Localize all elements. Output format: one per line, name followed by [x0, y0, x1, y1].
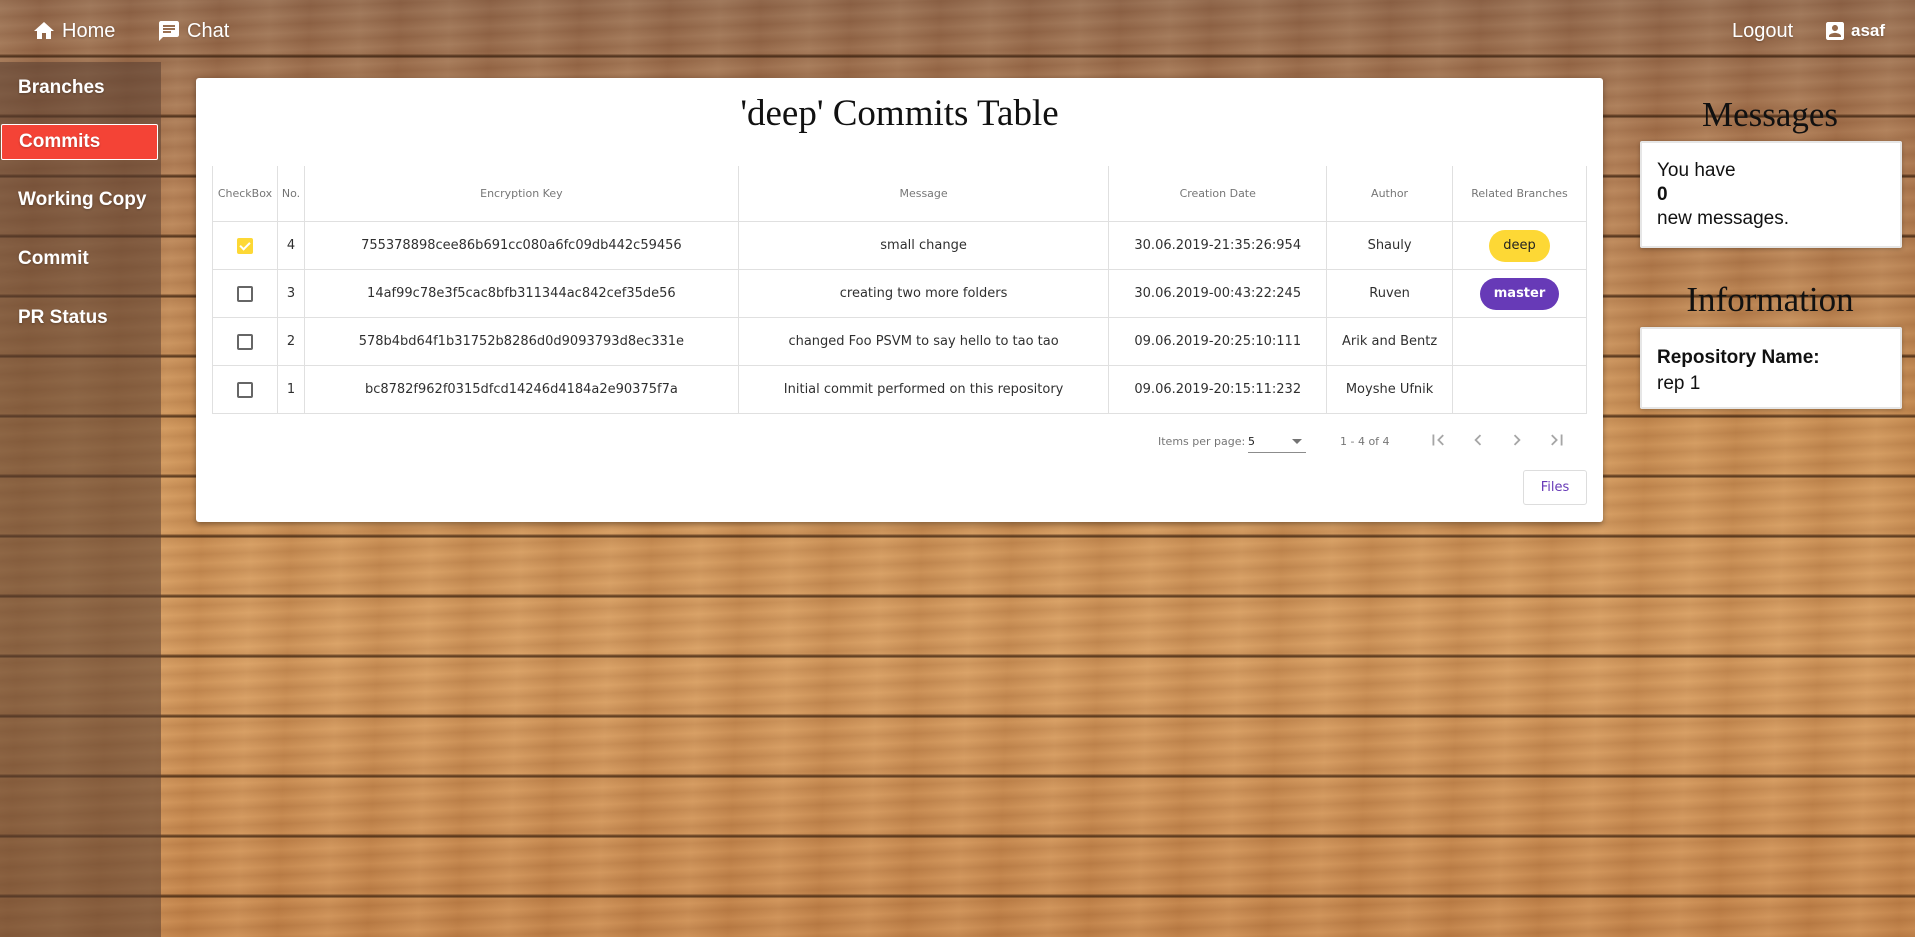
commit-key: 755378898cee86b691cc080a6fc09db442c59456 — [304, 221, 739, 270]
column-header-creation-date[interactable]: Creation Date — [1108, 166, 1328, 222]
related-branches-cell — [1452, 317, 1587, 366]
related-branches-cell — [1452, 365, 1587, 414]
last-page-icon — [1551, 434, 1563, 446]
table-row[interactable]: 1 bc8782f962f0315dfcd14246d4184a2e90375f… — [212, 365, 1587, 414]
branch-chip-deep[interactable]: deep — [1489, 229, 1550, 262]
sidebar-item-commits[interactable]: Commits — [1, 124, 158, 160]
files-button[interactable]: Files — [1523, 470, 1587, 505]
column-header-encryption-key[interactable]: Encryption Key — [304, 166, 739, 222]
commit-author: Moyshe Ufnik — [1326, 365, 1454, 414]
row-checkbox-cell — [212, 221, 278, 270]
messages-count: 0 — [1657, 184, 1668, 205]
table-header-row: CheckBox No. Encryption Key Message Crea… — [212, 166, 1587, 222]
information-title: Information — [1686, 280, 1854, 319]
chevron-right-icon — [1513, 434, 1521, 446]
commits-card: 'deep' Commits Table CheckBox No. Encryp… — [196, 78, 1603, 522]
commit-key: bc8782f962f0315dfcd14246d4184a2e90375f7a — [304, 365, 739, 414]
commit-author: Ruven — [1326, 269, 1454, 318]
commit-date: 09.06.2019-20:25:10:111 — [1108, 317, 1328, 366]
commit-number: 4 — [277, 221, 305, 270]
row-checkbox[interactable] — [236, 285, 253, 302]
row-checkbox[interactable] — [236, 381, 253, 398]
items-per-page-select[interactable]: 5 — [1248, 430, 1306, 453]
commit-date: 30.06.2019-00:43:22:245 — [1108, 269, 1328, 318]
commit-number: 2 — [277, 317, 305, 366]
related-branches-cell: deep — [1452, 221, 1587, 270]
account-box-icon — [1826, 22, 1844, 40]
commit-number: 3 — [277, 269, 305, 318]
row-checkbox[interactable] — [236, 237, 253, 254]
first-page-button[interactable] — [1424, 426, 1452, 454]
column-header-message[interactable]: Message — [738, 166, 1110, 222]
commit-message: creating two more folders — [738, 269, 1110, 318]
chat-nav-link[interactable]: Chat — [157, 18, 229, 44]
first-page-icon — [1432, 434, 1444, 446]
commit-message: Initial commit performed on this reposit… — [738, 365, 1110, 414]
repository-name-label: Repository Name: — [1657, 347, 1820, 368]
items-per-page-label: Items per page: — [1158, 435, 1246, 448]
commit-date: 30.06.2019-21:35:26:954 — [1108, 221, 1328, 270]
chat-label: Chat — [187, 19, 230, 42]
last-page-button[interactable] — [1543, 426, 1571, 454]
information-box: Repository Name: rep 1 — [1640, 327, 1902, 409]
commit-date: 09.06.2019-20:15:11:232 — [1108, 365, 1328, 414]
chevron-left-icon — [1474, 434, 1482, 446]
sidebar: Branches Commits Working Copy Commit PR … — [0, 62, 161, 937]
sidebar-item-pr-status[interactable]: PR Status — [1, 300, 158, 336]
next-page-button[interactable] — [1503, 426, 1531, 454]
dropdown-arrow-icon — [1292, 438, 1302, 444]
row-checkbox[interactable] — [236, 333, 253, 350]
logout-label: Logout — [1732, 19, 1794, 42]
previous-page-button[interactable] — [1464, 426, 1492, 454]
logout-link[interactable]: Logout — [1732, 18, 1793, 44]
table-row[interactable]: 4 755378898cee86b691cc080a6fc09db442c594… — [212, 221, 1587, 270]
commit-author: Arik and Bentz — [1326, 317, 1454, 366]
sidebar-item-working-copy[interactable]: Working Copy — [1, 182, 158, 218]
commit-author: Shauly — [1326, 221, 1454, 270]
home-icon — [34, 22, 54, 39]
table-row[interactable]: 3 14af99c78e3f5cac8bfb311344ac842cef35de… — [212, 269, 1587, 318]
user-name: asaf — [1851, 21, 1886, 40]
branch-chip-master[interactable]: master — [1479, 277, 1560, 310]
repository-name-value: rep 1 — [1657, 373, 1701, 394]
commit-message: small change — [738, 221, 1110, 270]
related-branches-cell: master — [1452, 269, 1587, 318]
home-nav-link[interactable]: Home — [32, 18, 115, 44]
commits-table: CheckBox No. Encryption Key Message Crea… — [212, 166, 1587, 414]
messages-box: You have 0 new messages. — [1640, 141, 1902, 248]
column-header-author[interactable]: Author — [1326, 166, 1454, 222]
items-per-page-value: 5 — [1248, 434, 1255, 448]
commit-key: 14af99c78e3f5cac8bfb311344ac842cef35de56 — [304, 269, 739, 318]
page-range-label: 1 - 4 of 4 — [1340, 435, 1390, 448]
chat-icon — [159, 21, 179, 41]
table-row[interactable]: 2 578b4bd64f1b31752b8286d0d9093793d8ec33… — [212, 317, 1587, 366]
row-checkbox-cell — [212, 317, 278, 366]
commit-number: 1 — [277, 365, 305, 414]
page-title: 'deep' Commits Table — [740, 93, 1059, 134]
row-checkbox-cell — [212, 269, 278, 318]
messages-title: Messages — [1701, 95, 1839, 134]
column-header-related-branches[interactable]: Related Branches — [1452, 166, 1587, 222]
column-header-checkbox[interactable]: CheckBox — [212, 166, 278, 222]
commit-key: 578b4bd64f1b31752b8286d0d9093793d8ec331e — [304, 317, 739, 366]
home-label: Home — [62, 19, 116, 42]
top-bar: Home Chat Logout asaf — [0, 0, 1915, 62]
sidebar-item-commit[interactable]: Commit — [1, 241, 158, 277]
messages-line2: new messages. — [1657, 208, 1790, 229]
column-header-no[interactable]: No. — [277, 166, 305, 222]
messages-line1: You have — [1657, 160, 1736, 181]
user-account-link[interactable]: asaf — [1823, 18, 1885, 44]
sidebar-item-branches[interactable]: Branches — [1, 70, 158, 106]
commit-message: changed Foo PSVM to say hello to tao tao — [738, 317, 1110, 366]
row-checkbox-cell — [212, 365, 278, 414]
